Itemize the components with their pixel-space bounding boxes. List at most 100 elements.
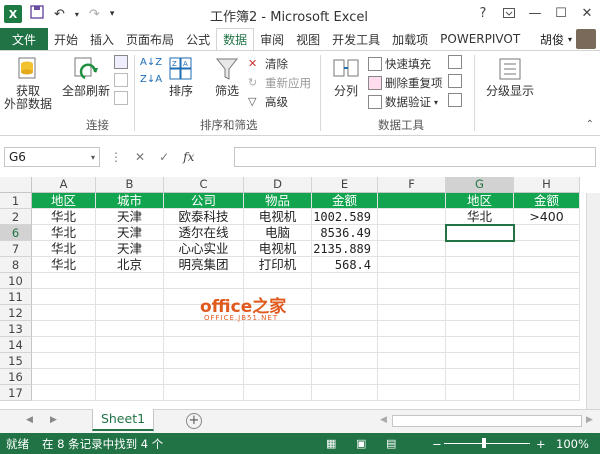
cell[interactable]	[32, 289, 96, 305]
cell[interactable]: 天津	[96, 209, 164, 225]
outline-button[interactable]: 分级显示	[484, 55, 536, 98]
zoom-level[interactable]: 100%	[556, 437, 589, 451]
cell[interactable]	[164, 385, 244, 401]
scroll-left-icon[interactable]: ◀	[380, 415, 387, 425]
cell[interactable]	[446, 385, 514, 401]
cell[interactable]	[514, 289, 580, 305]
row-header[interactable]: 16	[0, 369, 32, 385]
cell[interactable]	[514, 257, 580, 273]
cell[interactable]	[378, 289, 446, 305]
cell[interactable]	[96, 273, 164, 289]
column-header[interactable]: C	[164, 177, 244, 193]
cell[interactable]: 8536.49	[312, 225, 378, 241]
cell[interactable]	[312, 385, 378, 401]
cell[interactable]	[446, 289, 514, 305]
tab-home[interactable]: 开始	[48, 28, 84, 50]
row-header[interactable]: 6	[0, 225, 32, 241]
tab-review[interactable]: 审阅	[254, 28, 290, 50]
cancel-icon[interactable]: ✕	[135, 150, 145, 164]
cell[interactable]	[446, 337, 514, 353]
cell[interactable]	[378, 193, 446, 209]
cell[interactable]	[164, 273, 244, 289]
cell[interactable]	[312, 369, 378, 385]
row-header[interactable]: 13	[0, 321, 32, 337]
cell[interactable]: 透尔在线	[164, 225, 244, 241]
cell[interactable]	[378, 321, 446, 337]
row-header[interactable]: 11	[0, 289, 32, 305]
cell[interactable]	[244, 337, 312, 353]
cell[interactable]	[96, 369, 164, 385]
cell[interactable]	[378, 369, 446, 385]
cell[interactable]	[96, 289, 164, 305]
connections-icon[interactable]	[114, 55, 128, 69]
cell[interactable]	[446, 273, 514, 289]
cell[interactable]: 地区	[32, 193, 96, 209]
cell[interactable]	[244, 385, 312, 401]
close-button[interactable]: ✕	[574, 0, 600, 26]
cell[interactable]	[32, 385, 96, 401]
cell[interactable]: 明亮集团	[164, 257, 244, 273]
cell[interactable]	[164, 337, 244, 353]
selected-cell[interactable]	[445, 224, 515, 242]
cell[interactable]	[446, 305, 514, 321]
cell[interactable]	[32, 353, 96, 369]
tab-insert[interactable]: 插入	[84, 28, 120, 50]
row-header[interactable]: 12	[0, 305, 32, 321]
column-header[interactable]: E	[312, 177, 378, 193]
cell[interactable]: 公司	[164, 193, 244, 209]
remove-duplicates-button[interactable]: 删除重复项	[368, 74, 443, 92]
tab-view[interactable]: 视图	[290, 28, 326, 50]
cell[interactable]	[164, 369, 244, 385]
cell[interactable]: 华北	[32, 241, 96, 257]
insert-function-button[interactable]: fx	[183, 150, 194, 164]
cell[interactable]	[32, 273, 96, 289]
cell[interactable]: 华北	[32, 257, 96, 273]
zoom-in-button[interactable]: +	[536, 437, 546, 451]
what-if-icon[interactable]	[448, 74, 462, 88]
sort-button[interactable]: ZA 排序	[168, 55, 194, 98]
cell[interactable]	[514, 225, 580, 241]
cell[interactable]	[164, 353, 244, 369]
cell[interactable]	[32, 305, 96, 321]
cell[interactable]	[378, 385, 446, 401]
dropdown-icon[interactable]: ▾	[73, 10, 81, 19]
cell[interactable]: 电视机	[244, 241, 312, 257]
reapply-button[interactable]: ↻ 重新应用	[248, 74, 311, 92]
cell[interactable]	[514, 385, 580, 401]
tab-formulas[interactable]: 公式	[180, 28, 216, 50]
vertical-scrollbar[interactable]	[586, 193, 600, 409]
cell[interactable]	[514, 369, 580, 385]
cell[interactable]	[446, 257, 514, 273]
cell[interactable]: 心心实业	[164, 241, 244, 257]
cell[interactable]	[378, 337, 446, 353]
cell[interactable]	[378, 257, 446, 273]
cell[interactable]	[244, 353, 312, 369]
column-header[interactable]: F	[378, 177, 446, 193]
cell[interactable]: 电视机	[244, 209, 312, 225]
cell[interactable]	[378, 305, 446, 321]
normal-view-icon[interactable]: ▦	[326, 437, 336, 450]
column-header[interactable]: G	[446, 177, 514, 193]
tab-addins[interactable]: 加载项	[386, 28, 434, 50]
cell[interactable]: 电脑	[244, 225, 312, 241]
page-break-view-icon[interactable]: ▤	[386, 437, 396, 450]
cell[interactable]	[96, 337, 164, 353]
cell[interactable]	[446, 353, 514, 369]
cell[interactable]	[32, 369, 96, 385]
row-header[interactable]: 17	[0, 385, 32, 401]
enter-icon[interactable]: ✓	[159, 150, 169, 164]
consolidate-icon[interactable]	[448, 55, 462, 69]
scroll-right-icon[interactable]: ▶	[586, 415, 593, 425]
flash-fill-button[interactable]: 快速填充	[368, 55, 443, 73]
tab-data[interactable]: 数据	[216, 28, 255, 50]
add-sheet-button[interactable]: +	[186, 413, 202, 429]
cell[interactable]	[32, 337, 96, 353]
cell[interactable]	[446, 321, 514, 337]
cell[interactable]	[244, 321, 312, 337]
cell[interactable]: 华北	[446, 209, 514, 225]
cell[interactable]	[312, 273, 378, 289]
clear-filter-button[interactable]: ✕ 清除	[248, 55, 311, 73]
user-account[interactable]: 胡俊 ▾	[540, 28, 600, 50]
row-header[interactable]: 2	[0, 209, 32, 225]
column-header[interactable]: D	[244, 177, 312, 193]
